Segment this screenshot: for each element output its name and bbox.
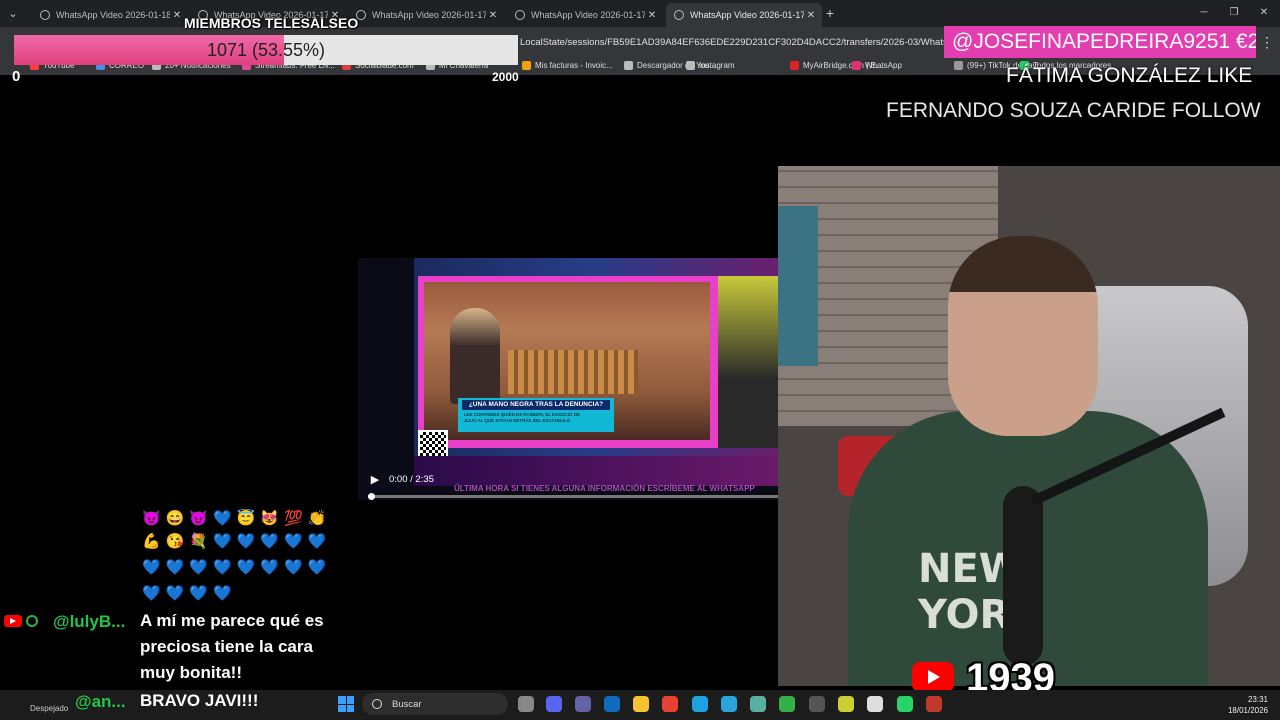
close-window-icon[interactable]: ✕ — [1254, 5, 1274, 21]
goal-title: MIEMBROS TELESALSEO — [184, 15, 359, 31]
chat-message-line: preciosa tiene la cara — [140, 637, 313, 656]
app-icon[interactable] — [838, 696, 854, 712]
bookmark-label: Mis facturas - Invoic... — [535, 61, 613, 70]
search-icon — [372, 699, 382, 709]
video-news-banner: ¿UNA MANO NEGRA TRAS LA DENUNCIA? LES CO… — [458, 398, 614, 432]
app-icon[interactable] — [926, 696, 942, 712]
chat-emoji-row: 💪😘💐💙💙💙💙💙 — [142, 533, 332, 550]
member-badge-icon — [26, 615, 38, 627]
video-progress-thumb[interactable] — [368, 493, 375, 500]
weather-widget[interactable]: Despejado — [30, 704, 68, 713]
bookmark-icon — [790, 61, 799, 70]
url-field[interactable]: LocalState/sessions/FB59E1AD39A84EF636ED… — [520, 37, 944, 48]
chat-badges — [4, 615, 38, 627]
browser-tab[interactable]: WhatsApp Video 2026-01-17 a ✕ — [507, 3, 663, 27]
outlook-icon[interactable] — [604, 696, 620, 712]
video-banner-subtitle: LES CONTAMOS QUIÉN ES RAINIERI, EL EXSOC… — [464, 412, 581, 423]
whatsapp-icon[interactable] — [897, 696, 913, 712]
file-explorer-icon[interactable] — [633, 696, 649, 712]
browser-tab[interactable]: WhatsApp Video 2026-01-17 a ✕ — [348, 3, 504, 27]
bookmark-label: WhatsApp — [865, 61, 902, 70]
clock-date: 18/01/2026 — [1227, 706, 1268, 715]
discord-icon[interactable] — [546, 696, 562, 712]
bookmark-icon — [686, 61, 695, 70]
goal-progress-text: 1071 (53.55%) — [206, 40, 326, 60]
taskbar-search[interactable]: Buscar — [362, 693, 508, 715]
obs-icon[interactable] — [809, 696, 825, 712]
maximize-icon[interactable]: ❐ — [1224, 5, 1244, 21]
follow-alert: FERNANDO SOUZA CARIDE FOLLOW — [886, 99, 1261, 122]
bookmark-icon — [522, 61, 531, 70]
chat-message: A mí me parece qué es preciosa tiene la … — [140, 608, 324, 686]
minimize-icon[interactable]: ─ — [1194, 5, 1214, 21]
bookmark-icon — [852, 61, 861, 70]
close-tab-icon[interactable]: ✕ — [486, 10, 500, 21]
goal-progress-bar: 1071 (53.55%) — [14, 35, 518, 65]
chat-username: @lulyB... — [53, 612, 126, 631]
goal-min-label: 0 — [12, 68, 21, 85]
browser-tab[interactable]: WhatsApp Video 2026-01-18 a ✕ — [32, 3, 188, 27]
globe-icon — [674, 10, 684, 20]
telegram-icon[interactable] — [721, 696, 737, 712]
bookmark-icon — [624, 61, 633, 70]
close-tab-icon[interactable]: ✕ — [645, 10, 659, 21]
clock-time: 23:31 — [1247, 695, 1268, 704]
video-ticker: ÚLTIMA HORA SI TIENES ALGUNA INFORMACIÓN… — [454, 484, 755, 493]
bookmark-item[interactable]: Mis facturas - Invoic... — [522, 61, 613, 70]
play-icon[interactable]: ▶ — [368, 473, 382, 487]
donation-alert: @JOSEFINAPEDREIRA9251 €2 — [944, 26, 1256, 58]
chat-emoji-row: 💙💙💙💙 — [142, 585, 237, 602]
windows-start-icon[interactable] — [338, 696, 354, 712]
close-tab-icon[interactable]: ✕ — [804, 10, 818, 21]
video-player[interactable]: ¿UNA MANO NEGRA TRAS LA DENUNCIA? LES CO… — [358, 258, 778, 500]
microphone — [1003, 486, 1043, 666]
background-door — [778, 206, 818, 366]
globe-icon — [515, 10, 525, 20]
video-time: 0:00 / 2:35 — [389, 474, 434, 485]
video-person — [450, 308, 500, 404]
search-placeholder: Buscar — [392, 698, 422, 710]
video-railing — [508, 350, 638, 394]
browser-menu-icon[interactable]: ⋮ — [1260, 34, 1274, 52]
tab-title: WhatsApp Video 2026-01-17 a — [531, 10, 645, 20]
app-icon[interactable] — [750, 696, 766, 712]
camtasia-icon[interactable] — [779, 696, 795, 712]
video-progress-bar[interactable] — [368, 493, 778, 500]
tab-title: WhatsApp Video 2026-01-17 a — [372, 10, 486, 20]
chat-emoji-row: 😈😄😈💙😇😻💯👏 — [142, 510, 332, 527]
close-tab-icon[interactable]: ✕ — [170, 10, 184, 21]
chrome-icon[interactable] — [662, 696, 678, 712]
goal-max-label: 2000 — [492, 70, 519, 84]
bookmark-item[interactable]: Instagram — [686, 61, 735, 70]
chat-message: BRAVO JAVI!!! — [140, 688, 258, 714]
chat-emoji-row: 💙💙💙💙💙💙💙💙 — [142, 559, 332, 576]
edge-icon[interactable] — [692, 696, 708, 712]
bookmark-label: Instagram — [699, 61, 735, 70]
streamer-head — [948, 236, 1098, 436]
bookmark-item[interactable]: WhatsApp — [852, 61, 902, 70]
bookmark-icon — [954, 61, 963, 70]
video-side-panel — [718, 276, 778, 448]
like-alert: FÁTIMA GONZÁLEZ LIKE — [1006, 64, 1253, 87]
webcam-feed: NEW YORK — [778, 166, 1280, 686]
tab-search-chevron-icon[interactable]: ⌄ — [4, 5, 22, 23]
chat-message-line: BRAVO JAVI!!! — [140, 691, 259, 710]
tab-title: WhatsApp Video 2026-01-18 a — [56, 10, 170, 20]
task-view-icon[interactable] — [518, 696, 534, 712]
chat-message-line: muy bonita!! — [140, 663, 242, 682]
video-banner-title: ¿UNA MANO NEGRA TRAS LA DENUNCIA? — [462, 400, 610, 410]
browser-tab[interactable]: WhatsApp Video 2026-01-17 a ✕ — [666, 3, 822, 27]
new-tab-button[interactable]: + — [822, 5, 838, 21]
tab-title: WhatsApp Video 2026-01-17 a — [690, 10, 804, 20]
youtube-icon — [912, 662, 954, 692]
chat-message-line: A mí me parece qué es — [140, 611, 324, 630]
globe-icon — [40, 10, 50, 20]
teams-icon[interactable] — [575, 696, 591, 712]
chat-username: @an... — [75, 692, 126, 711]
chrome-profile-icon[interactable] — [867, 696, 883, 712]
youtube-badge-icon — [4, 615, 22, 627]
taskbar-clock[interactable]: 23:31 18/01/2026 — [1222, 694, 1268, 716]
video-bottom-strip — [414, 456, 778, 486]
